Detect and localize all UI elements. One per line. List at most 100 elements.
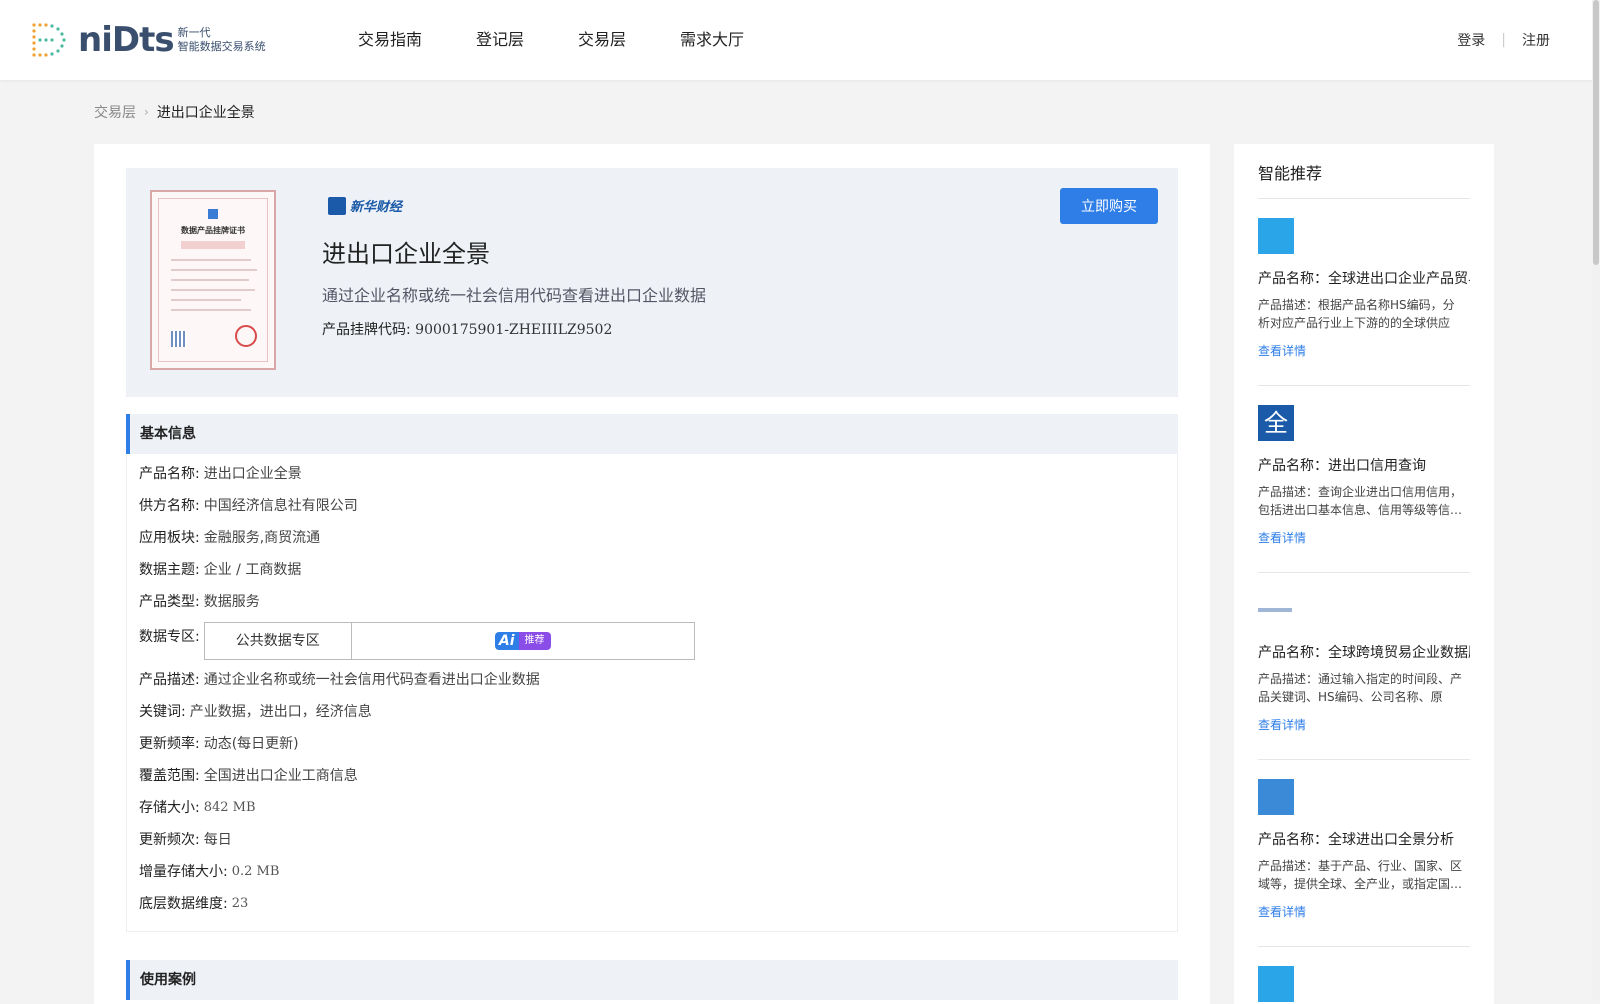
nav-item-trading-layer[interactable]: 交易层 [578,0,626,80]
logo-subtitle: 新一代 智能数据交易系统 [177,26,266,53]
recommend-sidebar: 智能推荐 产品名称：全球进出口企业产品贸易 产品描述：根据产品名称HS编码，分析… [1234,144,1494,1004]
info-row: 增量存储大小: 0.2 MB [139,856,1165,888]
main-nav: 交易指南 登记层 交易层 需求大厅 [358,0,798,80]
product-code-value: 9000175901-ZHEIIILZ9502 [415,322,613,338]
recommend-item[interactable]: 产品名称：全球进出口企业产品贸易 产品描述：根据产品名称HS编码，分析对应产品行… [1258,218,1470,359]
view-details-link[interactable]: 查看详情 [1258,716,1470,733]
ai-recommend-zone[interactable]: Ai 推荐 [352,623,694,659]
info-key: 增量存储大小: [139,864,228,880]
info-key: 产品名称: [139,466,200,482]
recommend-item[interactable]: 全 产品名称：进出口信用查询 产品描述：查询企业进出口信用信用，包括进出口基本信… [1258,405,1470,546]
product-summary: 数据产品挂牌证书 新华财经 进出口企业全景 通过企业名称或统一社会信用代码查看进… [126,168,1178,397]
info-key: 应用板块: [139,530,200,546]
data-zone-row: 数据专区: 公共数据专区 Ai 推荐 [139,618,1165,664]
info-key: 更新频次: [139,832,200,848]
nav-item-demand-hall[interactable]: 需求大厅 [680,0,744,80]
recommend-item-desc: 产品描述：通过输入指定的时间段、产品关键词、HS编码、公司名称、原产… [1258,672,1462,704]
info-row: 更新频次: 每日 [139,824,1165,856]
product-thumbnail-icon [1258,966,1294,1002]
certificate-line [171,279,249,281]
view-details-link[interactable]: 查看详情 [1258,529,1470,546]
data-zone-table: 公共数据专区 Ai 推荐 [203,622,695,660]
ai-recommend-badge: Ai 推荐 [494,632,551,650]
recommend-item[interactable]: 产品名称：全球跨境贸易企业数据服务 产品描述：通过输入指定的时间段、产品关键词、… [1258,592,1470,733]
view-details-link[interactable]: 查看详情 [1258,342,1470,359]
info-key: 关键词: [139,704,186,720]
provider-logo: 新华财经 [328,196,402,215]
certificate-image[interactable]: 数据产品挂牌证书 [150,190,276,370]
info-row: 更新频率: 动态(每日更新) [139,728,1165,760]
recommend-divider [1258,946,1470,947]
seal-icon [235,325,257,347]
ai-badge-text: 推荐 [518,632,551,650]
info-row: 覆盖范围: 全国进出口企业工商信息 [139,760,1165,792]
certificate-title: 数据产品挂牌证书 [181,226,245,235]
info-value: 金融服务,商贸流通 [203,530,321,546]
breadcrumb-parent[interactable]: 交易层 [94,102,136,122]
certificate-logo-icon [208,209,218,219]
basic-info-body: 产品名称: 进出口企业全景 供方名称: 中国经济信息社有限公司 应用板块: 金融… [126,454,1178,932]
basic-info-heading: 基本信息 [126,414,1178,454]
info-value: 中国经济信息社有限公司 [203,498,358,514]
product-thumbnail-icon [1258,779,1294,815]
view-details-link[interactable]: 查看详情 [1258,903,1470,920]
certificate-band [181,241,245,249]
scrollbar-thumb[interactable] [1593,0,1599,265]
use-case-heading: 使用案例 [126,960,1178,1000]
provider-badge-icon [328,196,346,215]
logo-text: niDts [78,20,175,60]
info-value: 通过企业名称或统一社会信用代码查看进出口企业数据 [203,672,540,688]
breadcrumb-current: 进出口企业全景 [156,105,255,121]
product-code-label: 产品挂牌代码: [322,322,411,338]
recommend-item[interactable] [1258,966,1470,1002]
info-key: 存储大小: [139,800,200,816]
info-key: 供方名称: [139,498,200,514]
page-scrollbar[interactable] [1592,0,1600,1000]
recommend-item-desc: 产品描述：查询企业进出口信用信用，包括进出口基本信息、信用等级等信… [1258,485,1462,517]
buy-now-button[interactable]: 立即购买 [1060,188,1158,224]
site-logo[interactable]: niDts 新一代 智能数据交易系统 [30,20,266,60]
info-value: 842 MB [203,800,256,815]
breadcrumb: 交易层 › 进出口企业全景 [94,102,255,122]
info-key: 更新频率: [139,736,200,752]
product-thumbnail-icon [1258,218,1294,254]
info-value: 全国进出口企业工商信息 [203,768,358,784]
info-row: 供方名称: 中国经济信息社有限公司 [139,490,1165,522]
recommend-item-desc: 产品描述：基于产品、行业、国家、区域等，提供全球、全产业，或指定国… [1258,859,1462,891]
login-link[interactable]: 登录 [1457,30,1485,50]
certificate-line [171,259,251,261]
top-header: niDts 新一代 智能数据交易系统 交易指南 登记层 交易层 需求大厅 登录 … [0,0,1600,80]
info-row: 底层数据维度: 23 [139,888,1165,920]
info-key: 数据专区: [139,629,200,645]
product-thumbnail-icon: 全 [1258,405,1294,441]
recommend-divider [1258,385,1470,386]
info-key: 产品描述: [139,672,200,688]
certificate-line [171,289,255,291]
product-code: 产品挂牌代码: 9000175901-ZHEIIILZ9502 [322,319,612,339]
nav-item-trade-guide[interactable]: 交易指南 [358,0,422,80]
public-data-zone[interactable]: 公共数据专区 [205,623,352,659]
info-value: 产业数据，进出口，经济信息 [189,704,372,720]
auth-separator: | [1501,32,1506,48]
use-case-section: 使用案例 [126,960,1178,1000]
recommend-item[interactable]: 产品名称：全球进出口全景分析 产品描述：基于产品、行业、国家、区域等，提供全球、… [1258,779,1470,920]
recommend-divider [1258,759,1470,760]
info-row: 产品类型: 数据服务 [139,586,1165,618]
sidebar-divider [1258,198,1470,199]
certificate-line [171,309,251,311]
qr-code-icon [171,331,187,347]
sidebar-title: 智能推荐 [1258,164,1323,183]
recommend-item-name: 产品名称：进出口信用查询 [1258,458,1426,474]
info-value: 动态(每日更新) [203,736,299,752]
info-key: 底层数据维度: [139,896,228,912]
recommend-item-name: 产品名称：全球进出口企业产品贸易 [1258,271,1470,287]
auth-links: 登录 | 注册 [1457,0,1550,80]
product-title: 进出口企业全景 [322,240,490,268]
certificate-line [171,299,241,301]
nav-item-registry-layer[interactable]: 登记层 [476,0,524,80]
register-link[interactable]: 注册 [1522,30,1550,50]
info-row: 产品名称: 进出口企业全景 [139,458,1165,490]
info-value: 0.2 MB [231,864,280,879]
info-row: 产品描述: 通过企业名称或统一社会信用代码查看进出口企业数据 [139,664,1165,696]
logo-dots-icon [32,23,66,57]
